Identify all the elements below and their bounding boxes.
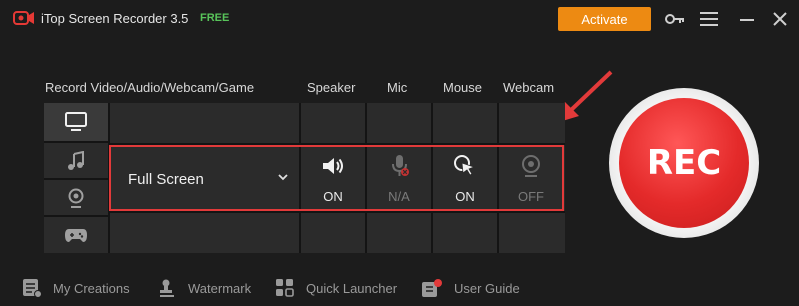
tab-screen[interactable] — [44, 103, 108, 141]
webcam-cell-top — [499, 103, 565, 143]
mouse-header: Mouse — [443, 80, 483, 95]
mic-icon — [388, 154, 412, 178]
mouse-cell-bottom — [433, 213, 497, 253]
stamp-icon — [160, 279, 174, 297]
webcam-header: Webcam — [503, 80, 555, 95]
mouse-cell-top — [433, 103, 497, 143]
music-icon — [68, 150, 84, 170]
my-creations-label: My Creations — [53, 280, 130, 296]
mic-cell-bottom — [367, 213, 431, 253]
minimize-icon[interactable] — [735, 8, 759, 30]
mouse-status: ON — [455, 189, 475, 204]
app-window: iTop Screen Recorder 3.5 FREE Activate R… — [0, 0, 799, 306]
watermark-label: Watermark — [188, 280, 252, 296]
watermark-link[interactable]: Watermark — [157, 277, 251, 299]
activate-button[interactable]: Activate — [558, 7, 651, 31]
speaker-icon — [321, 154, 345, 178]
mic-cell-top — [367, 103, 431, 143]
tab-audio[interactable] — [44, 143, 108, 178]
quick-launcher-link[interactable]: Quick Launcher — [275, 277, 397, 299]
area-cell-bottom — [110, 213, 299, 253]
user-guide-link[interactable]: User Guide — [421, 277, 520, 299]
mouse-cursor-icon — [453, 154, 477, 178]
list-icon — [23, 279, 42, 298]
rec-button[interactable]: REC — [619, 98, 749, 228]
speaker-cell-top — [301, 103, 365, 143]
webcam-device-icon — [519, 154, 543, 178]
tab-webcam[interactable] — [44, 180, 108, 215]
tab-game[interactable] — [44, 217, 108, 253]
app-logo-icon — [13, 10, 35, 26]
speaker-status: ON — [323, 189, 343, 204]
user-guide-label: User Guide — [454, 280, 520, 296]
webcam-cell-bottom — [499, 213, 565, 253]
grid-icon — [276, 279, 294, 297]
key-icon[interactable] — [663, 8, 687, 30]
mic-header: Mic — [387, 80, 408, 95]
my-creations-link[interactable]: My Creations — [22, 277, 130, 299]
close-icon[interactable] — [768, 8, 792, 30]
speaker-cell-bottom — [301, 213, 365, 253]
mic-status: N/A — [388, 189, 410, 204]
mode-header: Record Video/Audio/Webcam/Game — [45, 80, 255, 95]
area-selected-label: Full Screen — [128, 171, 204, 188]
gamepad-icon — [65, 229, 87, 242]
menu-icon[interactable] — [697, 8, 721, 30]
monitor-icon — [65, 112, 87, 131]
edition-badge: FREE — [200, 12, 230, 24]
area-cell-top — [110, 103, 299, 143]
chevron-down-icon[interactable] — [276, 170, 290, 184]
webcam-icon — [68, 188, 84, 208]
speaker-header: Speaker — [307, 80, 356, 95]
webcam-status: OFF — [518, 189, 544, 204]
guide-icon — [422, 279, 442, 297]
app-title: iTop Screen Recorder 3.5 — [41, 11, 189, 26]
quick-launcher-label: Quick Launcher — [306, 280, 398, 296]
